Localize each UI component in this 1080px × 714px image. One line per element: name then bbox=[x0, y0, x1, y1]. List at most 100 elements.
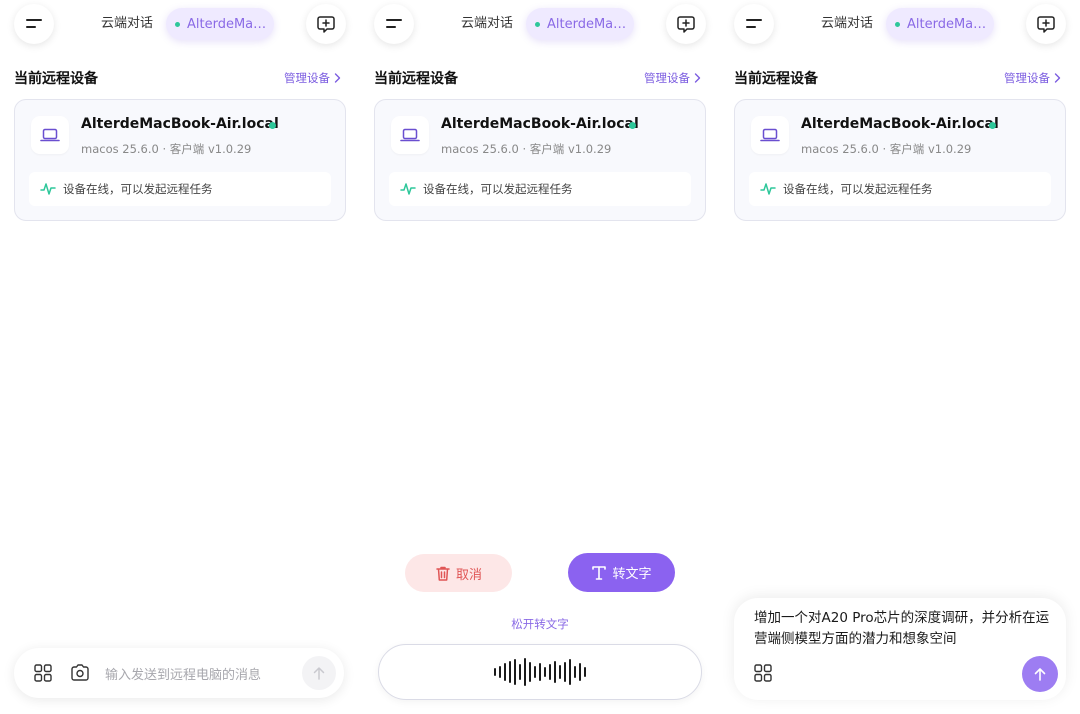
convert-to-text-label: 转文字 bbox=[612, 567, 652, 582]
send-arrow-icon bbox=[1034, 668, 1046, 681]
waveform-bar bbox=[529, 662, 531, 682]
release-hint: 松开转文字 bbox=[511, 617, 569, 631]
message-input-placeholder[interactable]: 输入发送到远程电脑的消息 bbox=[105, 664, 261, 683]
device-icon-box bbox=[391, 116, 429, 154]
device-card[interactable]: AlterdeMacBook-Air.local macos 25.6.0 · … bbox=[374, 99, 706, 221]
device-status-text: 设备在线，可以发起远程任务 bbox=[783, 182, 933, 196]
online-indicator bbox=[989, 122, 996, 129]
tab-cloud-chat[interactable]: 云端对话 bbox=[101, 15, 153, 33]
cancel-voice-button[interactable]: 取消 bbox=[405, 554, 512, 592]
chevron-right-icon bbox=[694, 73, 701, 83]
device-meta: macos 25.6.0 · 客户端 v1.0.29 bbox=[801, 142, 972, 156]
tab-remote-device[interactable]: AlterdeMacBook-Air.local bbox=[886, 8, 994, 40]
menu-button[interactable] bbox=[734, 4, 774, 44]
waveform-bar bbox=[504, 663, 506, 681]
message-input-bar[interactable]: 输入发送到远程电脑的消息 bbox=[14, 648, 344, 698]
tab-remote-device[interactable]: AlterdeMacBook-Air.local bbox=[166, 8, 274, 40]
compose-text[interactable]: 增加一个对A20 Pro芯片的深度调研，并分析在运营端侧模型方面的潜力和想象空间 bbox=[754, 608, 1054, 650]
chevron-right-icon bbox=[334, 73, 341, 83]
camera-icon[interactable] bbox=[70, 664, 90, 682]
laptop-icon bbox=[760, 128, 780, 142]
device-name: AlterdeMacBook-Air.local bbox=[441, 116, 639, 132]
chevron-right-icon bbox=[1054, 73, 1061, 83]
online-indicator bbox=[629, 122, 636, 129]
laptop-icon bbox=[40, 128, 60, 142]
apps-icon[interactable] bbox=[754, 664, 772, 682]
online-indicator bbox=[269, 122, 276, 129]
device-icon-box bbox=[751, 116, 789, 154]
manage-devices-link[interactable]: 管理设备 bbox=[284, 70, 341, 86]
online-dot bbox=[535, 21, 540, 27]
device-status: 设备在线，可以发起远程任务 bbox=[29, 172, 331, 206]
tab-cloud-chat[interactable]: 云端对话 bbox=[461, 15, 513, 33]
device-meta: macos 25.6.0 · 客户端 v1.0.29 bbox=[441, 142, 612, 156]
waveform-bar bbox=[574, 666, 576, 678]
manage-devices-label: 管理设备 bbox=[1004, 71, 1050, 85]
waveform-bar bbox=[579, 663, 581, 681]
section-title: 当前远程设备 bbox=[734, 71, 818, 87]
tab-cloud-chat[interactable]: 云端对话 bbox=[821, 15, 873, 33]
device-status: 设备在线，可以发起远程任务 bbox=[749, 172, 1051, 206]
device-card[interactable]: AlterdeMacBook-Air.local macos 25.6.0 · … bbox=[14, 99, 346, 221]
waveform-bar bbox=[534, 666, 536, 678]
device-name: AlterdeMacBook-Air.local bbox=[801, 116, 999, 132]
laptop-icon bbox=[400, 128, 420, 142]
trash-icon bbox=[436, 566, 450, 581]
pulse-icon bbox=[760, 183, 776, 195]
screen-voice: 云端对话 AlterdeMacBook-Air.local 当前远程设备 管理设… bbox=[360, 0, 720, 714]
waveform-bar bbox=[514, 659, 516, 685]
waveform-bar bbox=[494, 668, 496, 676]
section-title: 当前远程设备 bbox=[14, 71, 98, 87]
compose-box[interactable]: 增加一个对A20 Pro芯片的深度调研，并分析在运营端侧模型方面的潜力和想象空间 bbox=[734, 598, 1066, 700]
waveform-bar bbox=[524, 658, 526, 686]
waveform-bar bbox=[559, 665, 561, 679]
waveform-bar bbox=[519, 664, 521, 680]
cancel-voice-label: 取消 bbox=[455, 567, 482, 583]
menu-button[interactable] bbox=[374, 4, 414, 44]
new-chat-icon bbox=[677, 16, 695, 33]
apps-icon[interactable] bbox=[34, 664, 52, 682]
new-chat-button[interactable] bbox=[1026, 4, 1066, 44]
device-card[interactable]: AlterdeMacBook-Air.local macos 25.6.0 · … bbox=[734, 99, 1066, 221]
device-name: AlterdeMacBook-Air.local bbox=[81, 116, 279, 132]
screen-idle: 云端对话 AlterdeMacBook-Air.local 当前远程设备 管理设… bbox=[0, 0, 360, 714]
waveform-bar bbox=[544, 667, 546, 677]
manage-devices-link[interactable]: 管理设备 bbox=[644, 70, 701, 86]
waveform-bar bbox=[499, 666, 501, 678]
voice-recording-bar[interactable] bbox=[378, 644, 702, 700]
pulse-icon bbox=[40, 183, 56, 195]
convert-to-text-button[interactable]: 转文字 bbox=[568, 553, 675, 592]
online-dot bbox=[895, 21, 900, 27]
new-chat-button[interactable] bbox=[306, 4, 346, 44]
tab-remote-label: AlterdeMacBook-Air.local bbox=[907, 16, 987, 32]
send-button-disabled[interactable] bbox=[302, 656, 336, 690]
menu-icon bbox=[26, 19, 42, 28]
device-status: 设备在线，可以发起远程任务 bbox=[389, 172, 691, 206]
waveform-bar bbox=[539, 663, 541, 681]
tab-remote-label: AlterdeMacBook-Air.local bbox=[547, 16, 627, 32]
waveform-bar bbox=[564, 662, 566, 682]
device-meta: macos 25.6.0 · 客户端 v1.0.29 bbox=[81, 142, 252, 156]
waveform bbox=[494, 657, 586, 687]
send-arrow-icon bbox=[313, 667, 325, 680]
device-status-text: 设备在线，可以发起远程任务 bbox=[423, 182, 573, 196]
online-dot bbox=[175, 21, 180, 27]
waveform-bar bbox=[584, 667, 586, 677]
manage-devices-label: 管理设备 bbox=[644, 71, 690, 85]
new-chat-icon bbox=[317, 16, 335, 33]
send-button[interactable] bbox=[1022, 656, 1058, 692]
manage-devices-label: 管理设备 bbox=[284, 71, 330, 85]
tab-remote-device[interactable]: AlterdeMacBook-Air.local bbox=[526, 8, 634, 40]
device-icon-box bbox=[31, 116, 69, 154]
device-status-text: 设备在线，可以发起远程任务 bbox=[63, 182, 213, 196]
new-chat-button[interactable] bbox=[666, 4, 706, 44]
waveform-bar bbox=[549, 664, 551, 680]
new-chat-icon bbox=[1037, 16, 1055, 33]
menu-icon bbox=[386, 19, 402, 28]
text-icon bbox=[592, 565, 607, 580]
menu-icon bbox=[746, 19, 762, 28]
menu-button[interactable] bbox=[14, 4, 54, 44]
pulse-icon bbox=[400, 183, 416, 195]
manage-devices-link[interactable]: 管理设备 bbox=[1004, 70, 1061, 86]
waveform-bar bbox=[509, 661, 511, 683]
